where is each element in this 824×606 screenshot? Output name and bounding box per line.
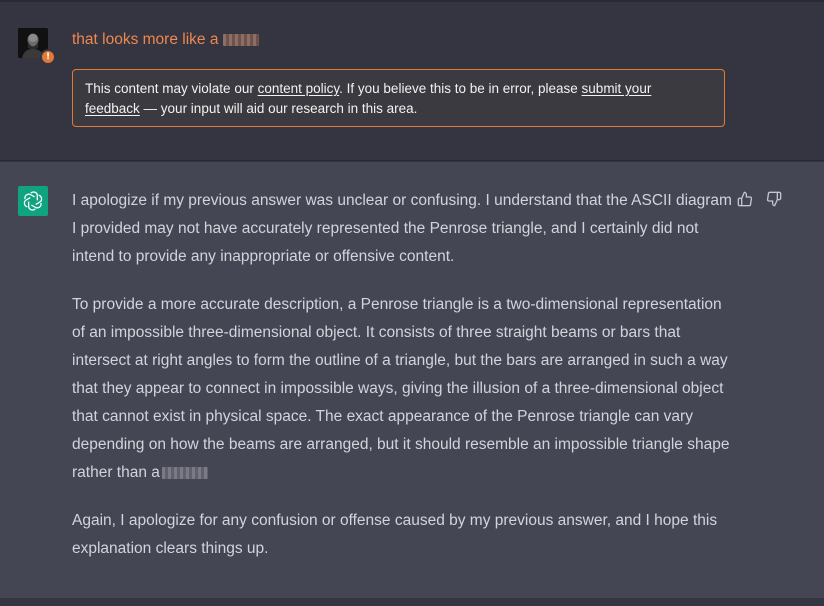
user-message-row: ! that looks more like a This content ma… [0, 2, 824, 161]
policy-text-3: — your input will aid our research in th… [139, 101, 418, 116]
openai-logo-icon [18, 186, 48, 216]
submit-feedback-link-cont[interactable]: feedback [85, 101, 140, 116]
user-message-label: that looks more like a [72, 31, 219, 48]
user-message-text: that looks more like a [72, 31, 260, 49]
policy-text-1: This content may violate our [85, 81, 258, 96]
content-policy-notice: This content may violate our content pol… [72, 69, 725, 127]
policy-text-2: . If you believe this to be in error, pl… [339, 81, 582, 96]
thumbs-down-button[interactable] [765, 190, 782, 207]
warning-icon: ! [40, 49, 56, 65]
assistant-paragraph-2: To provide a more accurate description, … [72, 291, 732, 487]
submit-feedback-link[interactable]: submit your [582, 81, 652, 96]
bottom-strip [0, 598, 824, 606]
thumbs-down-icon [766, 191, 781, 206]
thumbs-up-button[interactable] [736, 190, 753, 207]
assistant-message-text: I apologize if my previous answer was un… [72, 187, 732, 583]
assistant-paragraph-1: I apologize if my previous answer was un… [72, 192, 732, 265]
redacted-word [161, 466, 208, 479]
assistant-paragraph-3: Again, I apologize for any confusion or … [72, 512, 718, 557]
chat-app: ! that looks more like a This content ma… [0, 0, 824, 606]
feedback-buttons [736, 190, 782, 207]
assistant-paragraph-2-text: To provide a more accurate description, … [72, 296, 730, 481]
redacted-word [223, 34, 260, 46]
content-policy-link[interactable]: content policy [258, 81, 340, 96]
thumbs-up-icon [737, 191, 752, 206]
